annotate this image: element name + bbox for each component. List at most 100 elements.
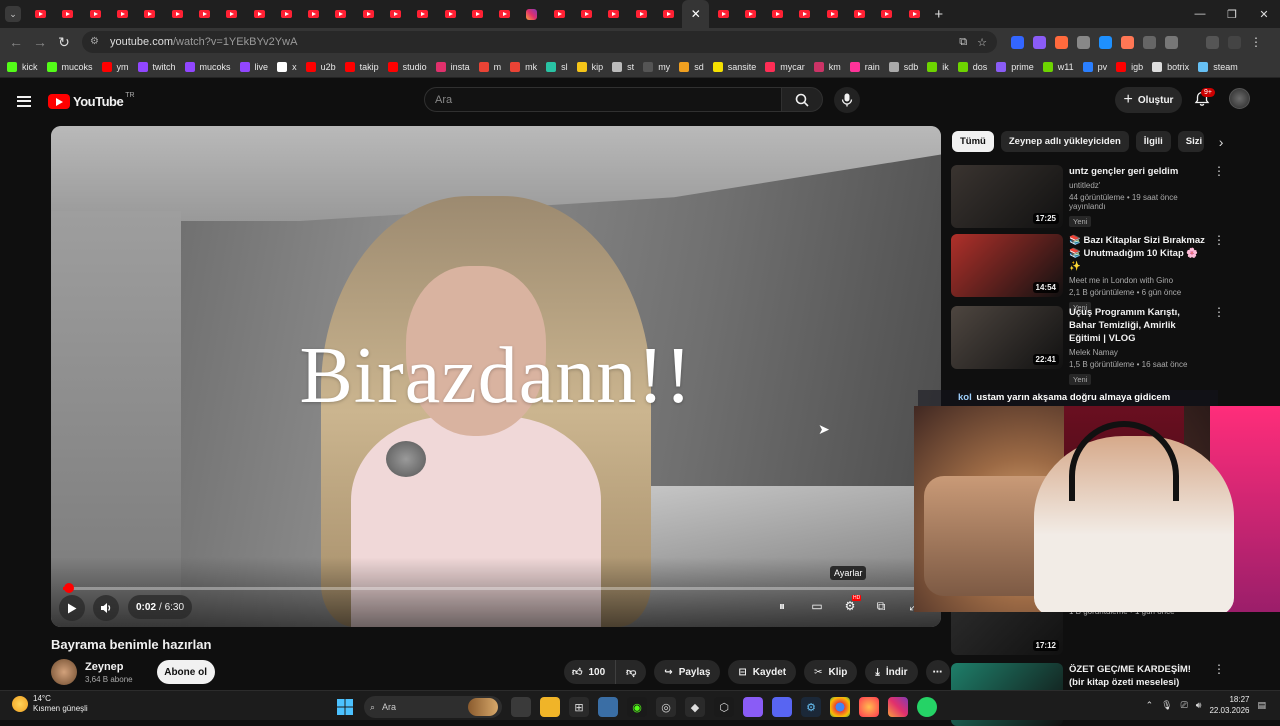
back-icon[interactable]: ← <box>4 34 28 50</box>
browser-tab[interactable] <box>109 0 136 28</box>
bookmark-item[interactable]: ik <box>927 61 949 72</box>
share-button[interactable]: ↪ Paylaş <box>654 660 721 684</box>
settings-app-icon[interactable] <box>598 697 618 717</box>
youtube-logo[interactable]: YouTube TR <box>48 92 135 109</box>
browser-tab[interactable] <box>573 0 600 28</box>
browser-tab[interactable] <box>464 0 491 28</box>
bookmark-item[interactable]: pv <box>1082 61 1107 72</box>
related-video-item[interactable]: 14:54 📚 Bazı Kitaplar Sizi Bırakmaz 📚 Unu… <box>951 234 1225 315</box>
bookmark-item[interactable]: st <box>612 61 634 72</box>
extension-icon[interactable] <box>1055 35 1068 49</box>
bookmark-item[interactable]: sd <box>679 61 704 72</box>
app-icon[interactable]: ◆ <box>685 697 705 717</box>
bookmark-item[interactable]: rain <box>849 61 880 72</box>
bookmark-item[interactable]: sdb <box>888 61 918 72</box>
browser-tab[interactable] <box>327 0 354 28</box>
browser-tab[interactable] <box>764 0 791 28</box>
dislike-button[interactable]: 👎︎ <box>616 660 647 684</box>
chip-for-you[interactable]: Sizi <box>1177 131 1204 152</box>
autoplay-pause-icon[interactable]: ⏸ <box>772 599 792 614</box>
browser-tab[interactable] <box>163 0 190 28</box>
address-bar[interactable]: ⚙ youtube.com/watch?v=1YEkBYv2YwA ⧉ ☆ <box>82 31 997 53</box>
browser-tab[interactable] <box>218 0 245 28</box>
bookmark-item[interactable]: my <box>643 61 670 72</box>
clock[interactable]: 18:27 22.03.2026 <box>1209 694 1249 716</box>
browser-tab[interactable] <box>355 0 382 28</box>
obs-icon[interactable]: ◎ <box>656 697 676 717</box>
bookmark-item[interactable]: studio <box>387 61 427 72</box>
file-explorer-icon[interactable] <box>540 697 560 717</box>
progress-bar[interactable] <box>63 583 929 593</box>
extension-icon[interactable] <box>1033 35 1046 49</box>
active-tab-close-icon[interactable]: ✕ <box>682 0 710 28</box>
channel-avatar[interactable] <box>51 659 77 685</box>
extension-icon[interactable] <box>1011 35 1024 49</box>
profile-icon[interactable] <box>1228 35 1241 49</box>
browser-tab[interactable] <box>382 0 409 28</box>
browser-tab[interactable] <box>245 0 272 28</box>
browser-tab[interactable] <box>901 0 928 28</box>
extension-icon[interactable] <box>1121 35 1134 49</box>
clip-button[interactable]: ✂ Klip <box>804 660 858 684</box>
video-title-link[interactable]: Uçuş Programım Karıştı, Bahar Temizliği,… <box>1069 306 1207 345</box>
progress-scrubber[interactable] <box>64 583 74 593</box>
bookmark-item[interactable]: mucoks <box>46 61 93 72</box>
bookmark-item[interactable]: insta <box>435 61 470 72</box>
video-title-link[interactable]: 📚 Bazı Kitaplar Sizi Bırakmaz 📚 Unutmadı… <box>1069 234 1207 273</box>
extension-icon[interactable] <box>1143 35 1156 49</box>
bookmark-item[interactable]: igb <box>1116 61 1143 72</box>
browser-tab[interactable] <box>791 0 818 28</box>
video-channel-name[interactable]: untitledz' <box>1069 181 1207 190</box>
close-window-icon[interactable]: ✕ <box>1248 8 1280 21</box>
bookmark-item[interactable]: kick <box>7 61 38 72</box>
instagram-icon[interactable] <box>888 697 908 717</box>
subscribe-button[interactable]: Abone ol <box>156 660 215 684</box>
browser-tab[interactable] <box>873 0 900 28</box>
related-video-item[interactable]: 22:41 Uçuş Programım Karıştı, Bahar Temiz… <box>951 306 1225 387</box>
windows-start-icon[interactable] <box>335 697 355 717</box>
steam-icon[interactable]: ⚙ <box>801 697 821 717</box>
install-app-icon[interactable]: ⧉ <box>959 36 967 49</box>
browser-tab[interactable] <box>709 0 736 28</box>
video-channel-name[interactable]: Melek Namay <box>1069 348 1207 357</box>
taskbar-search[interactable]: ⌕ Ara <box>364 696 502 718</box>
chrome-icon[interactable] <box>830 697 850 717</box>
weather-widget[interactable]: 14°C Kısmen güneşli <box>12 694 88 714</box>
video-more-options-icon[interactable]: ⋮ <box>1213 165 1225 177</box>
bookmark-item[interactable]: prime <box>996 61 1034 72</box>
bookmark-item[interactable]: steam <box>1198 61 1238 72</box>
bookmark-item[interactable]: twitch <box>137 61 176 72</box>
bookmark-item[interactable]: u2b <box>305 61 336 72</box>
browser-tab[interactable] <box>436 0 463 28</box>
video-title-link[interactable]: ÖZET GEÇ/ME KARDEŞİM! (bir kitap özeti m… <box>1069 663 1207 689</box>
download-button[interactable]: ⤓ İndir <box>865 660 918 684</box>
bookmark-item[interactable]: x <box>277 61 297 72</box>
extension-icon[interactable] <box>1099 35 1112 49</box>
extensions-puzzle-icon[interactable] <box>1165 35 1178 49</box>
play-button[interactable] <box>59 595 85 621</box>
capcut-icon[interactable]: ⬡ <box>714 697 734 717</box>
app-icon[interactable] <box>743 697 763 717</box>
browser-tab[interactable] <box>82 0 109 28</box>
forward-icon[interactable]: → <box>28 34 52 50</box>
bookmark-item[interactable]: ym <box>101 61 129 72</box>
reading-list-icon[interactable] <box>1206 35 1219 49</box>
video-more-options-icon[interactable]: ⋮ <box>1213 234 1225 246</box>
save-button[interactable]: ⊟ Kaydet <box>728 660 797 684</box>
browser-tab[interactable] <box>273 0 300 28</box>
chip-related[interactable]: İlgili <box>1135 131 1171 152</box>
chip-from-uploader[interactable]: Zeynep adlı yükleyiciden <box>1000 131 1129 152</box>
bookmark-item[interactable]: kip <box>576 61 603 72</box>
chip-all[interactable]: Tümü <box>952 131 994 152</box>
browser-tab[interactable] <box>628 0 655 28</box>
bookmark-item[interactable]: w11 <box>1042 61 1074 72</box>
browser-tab[interactable] <box>491 0 518 28</box>
bookmark-item[interactable]: mucoks <box>184 61 231 72</box>
extension-icon[interactable] <box>1077 35 1090 49</box>
subtitles-icon[interactable]: ▭ <box>807 599 827 613</box>
task-view-icon[interactable] <box>511 697 531 717</box>
bookmark-item[interactable]: m <box>478 61 501 72</box>
browser-tab[interactable] <box>655 0 682 28</box>
settings-gear-icon[interactable]: ⚙ HD <box>840 595 862 613</box>
network-icon[interactable]: ⎚ <box>1181 700 1188 711</box>
